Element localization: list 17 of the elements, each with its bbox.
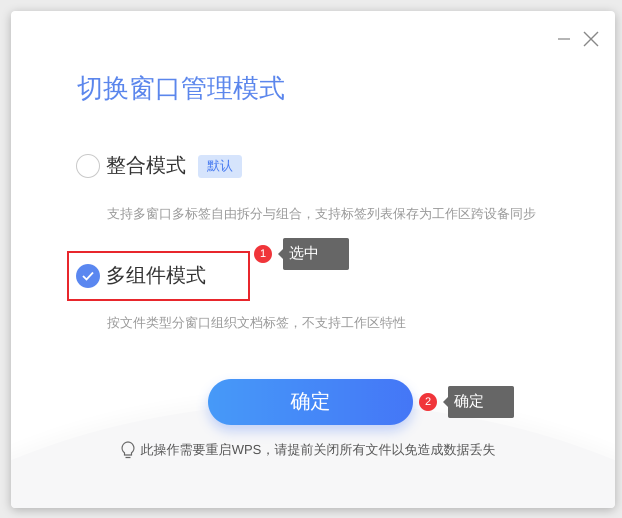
restart-notice: 此操作需要重启WPS，请提前关闭所有文件以免造成数据丢失 bbox=[140, 441, 496, 459]
option-label[interactable]: 整合模式 bbox=[106, 151, 186, 181]
default-tag: 默认 bbox=[198, 154, 242, 178]
radio-button[interactable] bbox=[76, 154, 100, 178]
callout-tooltip: 选中 bbox=[278, 238, 349, 270]
step-number-badge: 2 bbox=[419, 393, 437, 411]
option-description: 按文件类型分窗口组织文档标签，不支持工作区特性 bbox=[107, 315, 407, 331]
lightbulb-icon bbox=[120, 440, 135, 459]
confirm-button[interactable]: 确定 bbox=[208, 379, 413, 425]
callout-tooltip: 确定 bbox=[443, 386, 514, 418]
step-number-badge: 1 bbox=[254, 245, 272, 263]
close-icon[interactable] bbox=[583, 31, 599, 47]
option-description: 支持多窗口多标签自由拆分与组合，支持标签列表保存为工作区跨设备同步 bbox=[107, 206, 537, 222]
radio-checked[interactable] bbox=[76, 264, 100, 288]
option-label[interactable]: 多组件模式 bbox=[106, 261, 206, 291]
dialog-title: 切换窗口管理模式 bbox=[77, 75, 286, 101]
checkmark-icon bbox=[82, 271, 94, 281]
